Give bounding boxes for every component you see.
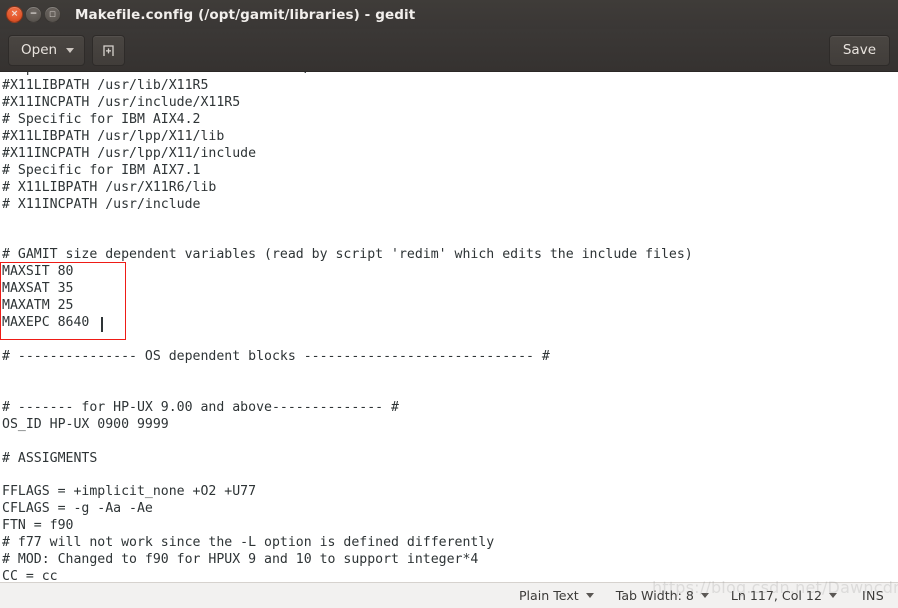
code-line: # Specific for IBM AIX7.1 [2, 162, 201, 178]
code-line: CC = cc [2, 569, 58, 582]
code-line: MAXATM 25 [2, 298, 74, 314]
code-line: MAXSAT 35 [2, 281, 74, 297]
code-line: # ------- for HP-UX 9.00 and above------… [2, 399, 399, 415]
save-button[interactable]: Save [828, 34, 890, 66]
code-line: FFLAGS = +implicit_none +O2 +U77 [2, 484, 257, 500]
code-line: # X11INCPATH /usr/include [2, 196, 201, 212]
chevron-down-icon [585, 593, 594, 598]
code-line: # Specific for IBM AIX4.2 [2, 111, 201, 127]
open-button-label: Open [21, 42, 58, 58]
text-editor-area[interactable]: # Specific for HP-UX and Sun for Motif/X… [0, 72, 898, 582]
insert-mode-label: INS [861, 588, 884, 603]
code-line: FTN = f90 [2, 518, 74, 534]
chevron-down-icon [828, 593, 837, 598]
code-line: # MOD: Changed to f90 for HPUX 9 and 10 … [2, 552, 479, 568]
code-line: # --------------- OS dependent blocks --… [2, 348, 550, 364]
maximize-button[interactable]: □ [44, 6, 61, 23]
maximize-icon: □ [49, 10, 56, 18]
cursor-position-label: Ln 117, Col 12 [730, 588, 822, 603]
code-line: OS_ID HP-UX 0900 9999 [2, 416, 169, 432]
code-line: MAXSIT 80 [2, 264, 74, 280]
language-selector[interactable]: Plain Text [508, 584, 605, 608]
tab-width-selector[interactable]: Tab Width: 8 [605, 584, 720, 608]
text-cursor [101, 317, 103, 332]
minimize-icon: − [29, 9, 38, 19]
close-icon: × [10, 9, 19, 19]
minimize-button[interactable]: − [25, 6, 42, 23]
code-line: # ASSIGMENTS [2, 450, 98, 466]
chevron-down-icon [700, 593, 709, 598]
code-line: #X11INCPATH /usr/lpp/X11/include [2, 145, 257, 161]
cursor-position-selector[interactable]: Ln 117, Col 12 [720, 584, 848, 608]
close-button[interactable]: × [6, 6, 23, 23]
gedit-window: × − □ Makefile.config (/opt/gamit/librar… [0, 0, 898, 608]
code-line: #X11LIBPATH /usr/lpp/X11/lib [2, 128, 225, 144]
toolbar: Open Save [0, 29, 898, 72]
title-bar: × − □ Makefile.config (/opt/gamit/librar… [0, 0, 898, 29]
tab-width-label: Tab Width: 8 [615, 588, 694, 603]
new-document-icon [101, 43, 116, 58]
code-line: # X11LIBPATH /usr/X11R6/lib [2, 179, 217, 195]
new-document-button[interactable] [92, 34, 126, 66]
window-controls: × − □ [0, 6, 61, 23]
status-bar: Plain Text Tab Width: 8 Ln 117, Col 12 I… [0, 582, 898, 608]
open-button[interactable]: Open [8, 34, 86, 66]
save-button-label: Save [842, 42, 876, 58]
window-title: Makefile.config (/opt/gamit/libraries) -… [75, 6, 416, 23]
code-line: # GAMIT size dependent variables (read b… [2, 247, 693, 263]
code-line: MAXEPC 8640 [2, 315, 90, 331]
insert-mode-indicator[interactable]: INS [848, 584, 888, 608]
chevron-down-icon [66, 47, 75, 53]
code-line: #X11INCPATH /usr/include/X11R5 [2, 94, 241, 110]
language-label: Plain Text [518, 588, 579, 603]
document-text[interactable]: # Specific for HP-UX and Sun for Motif/X… [0, 72, 898, 582]
code-line: CFLAGS = -g -Aa -Ae [2, 501, 153, 517]
code-line: #X11LIBPATH /usr/lib/X11R5 [2, 77, 209, 93]
code-line: # f77 will not work since the -L option … [2, 535, 495, 551]
